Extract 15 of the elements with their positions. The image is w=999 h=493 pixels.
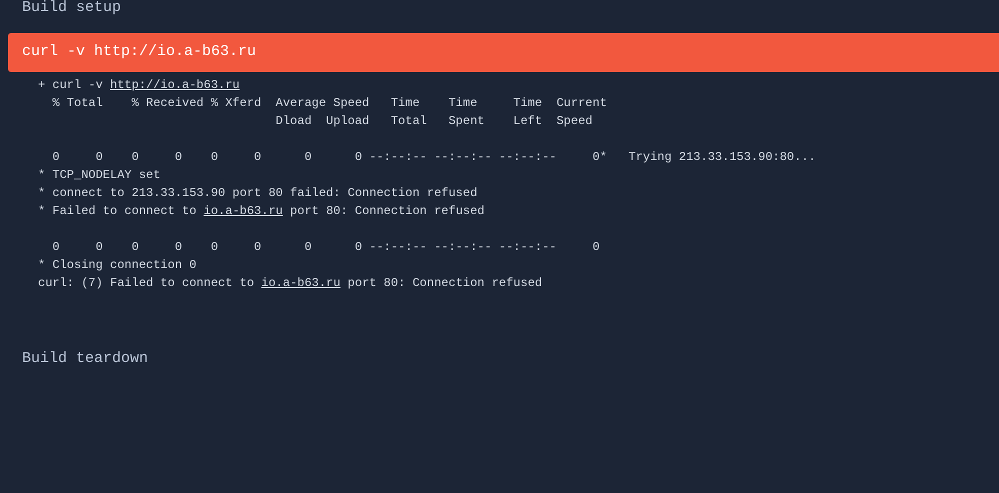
log-line: 0 0 0 0 0 0 0 0 --:--:-- --:--:-- --:--:-- 0* Trying 213.33.153.90:80... [51,149,816,166]
section-title: Build teardown [21,351,148,367]
log-link[interactable]: io.a-b63.ru [261,276,340,290]
log-line: + curl -v http://io.a-b63.ru [38,77,240,94]
log-line: * Failed to connect to io.a-b63.ru port 80: Connection refused [38,203,484,220]
log-link[interactable]: io.a-b63.ru [204,204,283,218]
log-line: * connect to 213.33.153.90 port 80 failed: Connection refused [38,185,478,202]
section-title: Build setup [21,0,122,16]
log-line: % Total % Received % Xferd Average Speed Time Time Time Current [51,95,607,112]
log-line: Dload Upload Total Spent Left Speed [274,113,592,130]
log-line: * Closing connection 0 [38,257,196,274]
log-line: 0 0 0 0 0 0 0 0 --:--:-- --:--:-- --:--:-- 0 [51,239,600,256]
log-link[interactable]: http://io.a-b63.ru [110,78,240,92]
log-line: curl: (7) Failed to connect to io.a-b63.ru port 80: Connection refused [38,275,542,292]
log-line: * TCP_NODELAY set [38,167,160,184]
